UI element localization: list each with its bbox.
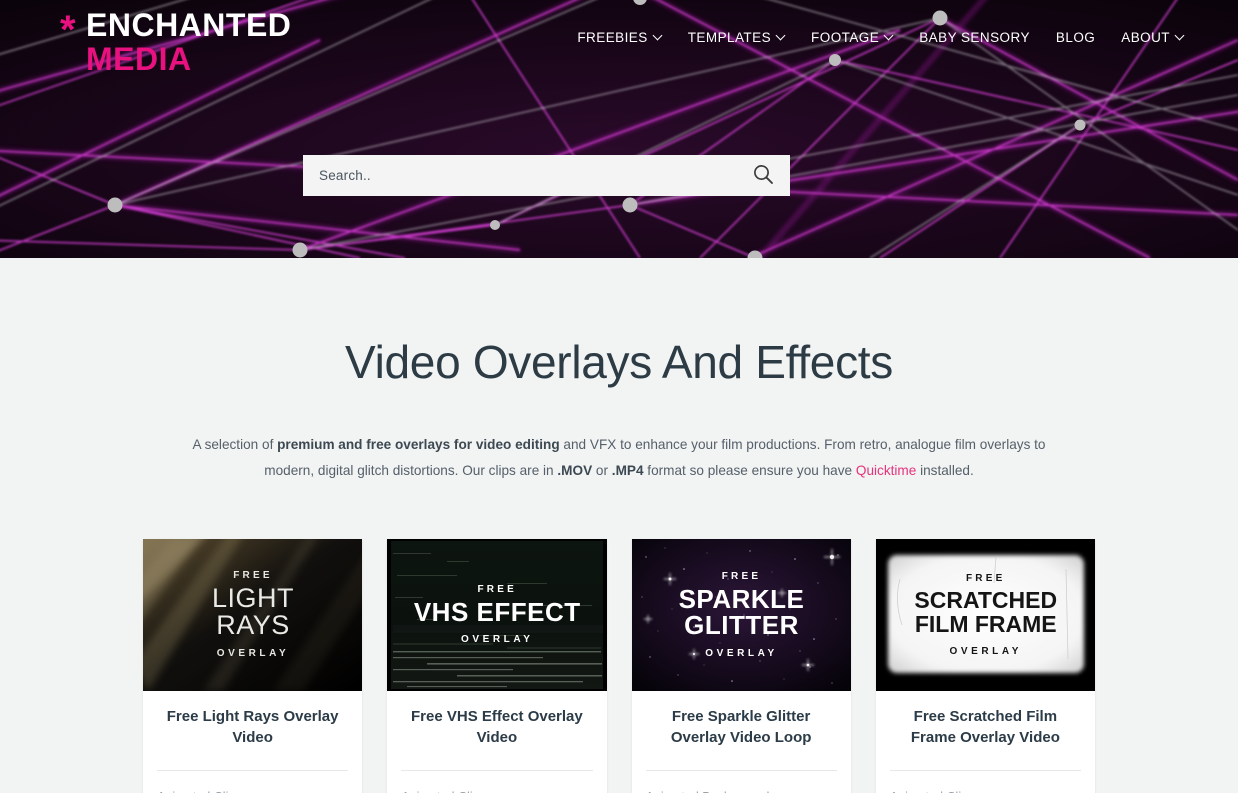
logo-line-enchanted: ENCHANTED bbox=[86, 7, 292, 43]
nav-item-about[interactable]: ABOUT bbox=[1121, 30, 1184, 45]
product-card[interactable]: FREE SCRATCHED FILM FRAME OVERLAY Free S… bbox=[875, 538, 1095, 793]
card-title[interactable]: Free Scratched Film Frame Overlay Video bbox=[890, 706, 1081, 749]
desc-bold-mp4: .MP4 bbox=[611, 463, 644, 479]
desc-part-3: or bbox=[592, 463, 612, 479]
nav-item-label: ABOUT bbox=[1121, 30, 1170, 45]
product-card[interactable]: FREE LIGHT RAYS OVERLAY Free Light Rays … bbox=[143, 538, 363, 793]
card-thumbnail-sparkle-glitter[interactable]: FREE SPARKLE GLITTER OVERLAY bbox=[631, 538, 851, 691]
search-input[interactable] bbox=[319, 168, 750, 183]
desc-part-5: installed. bbox=[916, 463, 974, 479]
card-body: Free Scratched Film Frame Overlay Video … bbox=[876, 691, 1095, 793]
chevron-down-icon bbox=[777, 32, 785, 40]
card-thumbnail-scratched-film-frame[interactable]: FREE SCRATCHED FILM FRAME OVERLAY bbox=[875, 538, 1095, 691]
nav-item-templates[interactable]: TEMPLATES bbox=[688, 30, 785, 45]
page-title: Video Overlays And Effects bbox=[345, 336, 893, 388]
nav-item-freebies[interactable]: FREEBIES bbox=[577, 30, 661, 45]
nav-item-label: BLOG bbox=[1055, 30, 1096, 45]
card-title[interactable]: Free Sparkle Glitter Overlay Video Loop bbox=[646, 706, 837, 749]
nav-item-blog[interactable]: BLOG bbox=[1056, 30, 1095, 45]
desc-bold-mov: .MOV bbox=[557, 463, 593, 479]
card-title[interactable]: Free Light Rays Overlay Video bbox=[157, 706, 348, 749]
product-card[interactable]: FREE SPARKLE GLITTER OVERLAY Free Sparkl… bbox=[631, 538, 851, 793]
chevron-down-icon bbox=[654, 32, 662, 40]
card-title[interactable]: Free VHS Effect Overlay Video bbox=[401, 706, 592, 749]
asterisk-icon: * bbox=[60, 8, 76, 52]
card-category[interactable]: Animated Clips bbox=[157, 771, 348, 793]
quicktime-link[interactable]: Quicktime bbox=[856, 463, 916, 478]
chevron-down-icon bbox=[885, 32, 893, 40]
card-category[interactable]: Animated Clips bbox=[401, 771, 592, 793]
nav-item-label: TEMPLATES bbox=[687, 30, 772, 45]
search-icon bbox=[752, 163, 774, 188]
search-bar[interactable] bbox=[303, 155, 790, 196]
search-submit-button[interactable] bbox=[750, 163, 776, 188]
site-logo[interactable]: * ENCHANTED MEDIA bbox=[60, 8, 291, 76]
desc-bold-1: premium and free overlays for video edit… bbox=[277, 436, 560, 452]
card-category[interactable]: Animated Clips bbox=[890, 771, 1081, 793]
card-body: Free Light Rays Overlay Video Animated C… bbox=[143, 691, 362, 793]
desc-part-1: A selection of bbox=[192, 436, 278, 452]
card-body: Free VHS Effect Overlay Video Animated C… bbox=[387, 691, 606, 793]
nav-item-label: BABY SENSORY bbox=[919, 30, 1030, 45]
hero-banner: * ENCHANTED MEDIA FREEBIES TEMPLATES FOO… bbox=[0, 0, 1238, 258]
nav-item-label: FOOTAGE bbox=[811, 30, 880, 45]
logo-line-media: MEDIA bbox=[86, 40, 192, 77]
product-card-grid: FREE LIGHT RAYS OVERLAY Free Light Rays … bbox=[143, 538, 1095, 793]
card-thumbnail-vhs-effect[interactable]: FREE VHS EFFECT OVERLAY bbox=[387, 538, 607, 691]
main-navigation: FREEBIES TEMPLATES FOOTAGE BABY SENSORY … bbox=[577, 30, 1184, 45]
card-category[interactable]: Animated Backgrounds bbox=[646, 771, 837, 793]
nav-item-footage[interactable]: FOOTAGE bbox=[811, 30, 893, 45]
product-card[interactable]: FREE VHS EFFECT OVERLAY Free VHS Effect … bbox=[387, 538, 607, 793]
page-description: A selection of premium and free overlays… bbox=[169, 432, 1069, 485]
nav-item-baby-sensory[interactable]: BABY SENSORY bbox=[919, 30, 1030, 45]
chevron-down-icon bbox=[1176, 32, 1184, 40]
nav-item-label: FREEBIES bbox=[577, 30, 648, 45]
card-body: Free Sparkle Glitter Overlay Video Loop … bbox=[632, 691, 851, 793]
card-thumbnail-light-rays[interactable]: FREE LIGHT RAYS OVERLAY bbox=[143, 538, 363, 691]
desc-part-4: format so please ensure you have bbox=[643, 463, 856, 479]
main-content: Video Overlays And Effects A selection o… bbox=[0, 258, 1238, 793]
